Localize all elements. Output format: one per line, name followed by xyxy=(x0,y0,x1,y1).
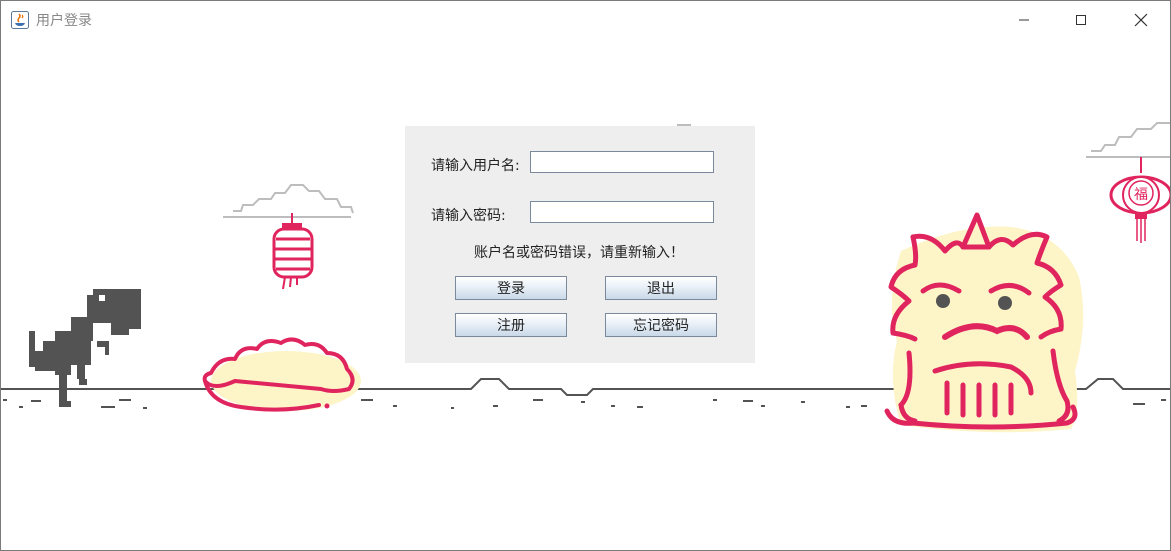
cloud-icon xyxy=(223,184,354,218)
close-icon xyxy=(1134,13,1148,27)
minimize-button[interactable] xyxy=(1001,1,1047,39)
maximize-button[interactable] xyxy=(1058,1,1104,39)
username-field[interactable] xyxy=(530,151,714,173)
login-button[interactable]: 登录 xyxy=(455,276,567,300)
dumpling-icon xyxy=(202,337,361,412)
lion-dance-icon xyxy=(884,212,1084,433)
lantern-icon xyxy=(272,213,314,290)
maximize-icon xyxy=(1076,15,1086,25)
cloud-icon xyxy=(1086,122,1170,158)
register-button[interactable]: 注册 xyxy=(455,313,567,337)
error-message: 账户名或密码错误，请重新输入！ xyxy=(474,245,684,261)
minimize-icon xyxy=(1019,19,1029,21)
login-form-panel: 请输入用户名: 请输入密码: 账户名或密码错误，请重新输入！ 登录 退出 注册 … xyxy=(405,126,755,363)
close-button[interactable] xyxy=(1118,1,1164,39)
window-title: 用户登录 xyxy=(36,13,92,29)
title-bar[interactable]: 用户登录 xyxy=(1,1,1170,39)
exit-button[interactable]: 退出 xyxy=(605,276,717,300)
login-window: 用户登录 福 请输入用户名: 请输入密码: 账户名或密码错误，请重新输入！ 登录… xyxy=(0,0,1171,551)
password-field[interactable] xyxy=(530,201,714,223)
lantern-icon: 福 xyxy=(1109,157,1170,243)
lantern-fu-text: 福 xyxy=(1134,187,1148,203)
java-icon xyxy=(11,11,29,29)
forgot-password-button[interactable]: 忘记密码 xyxy=(605,313,717,337)
password-label: 请输入密码: xyxy=(431,208,506,224)
username-label: 请输入用户名: xyxy=(431,158,520,174)
